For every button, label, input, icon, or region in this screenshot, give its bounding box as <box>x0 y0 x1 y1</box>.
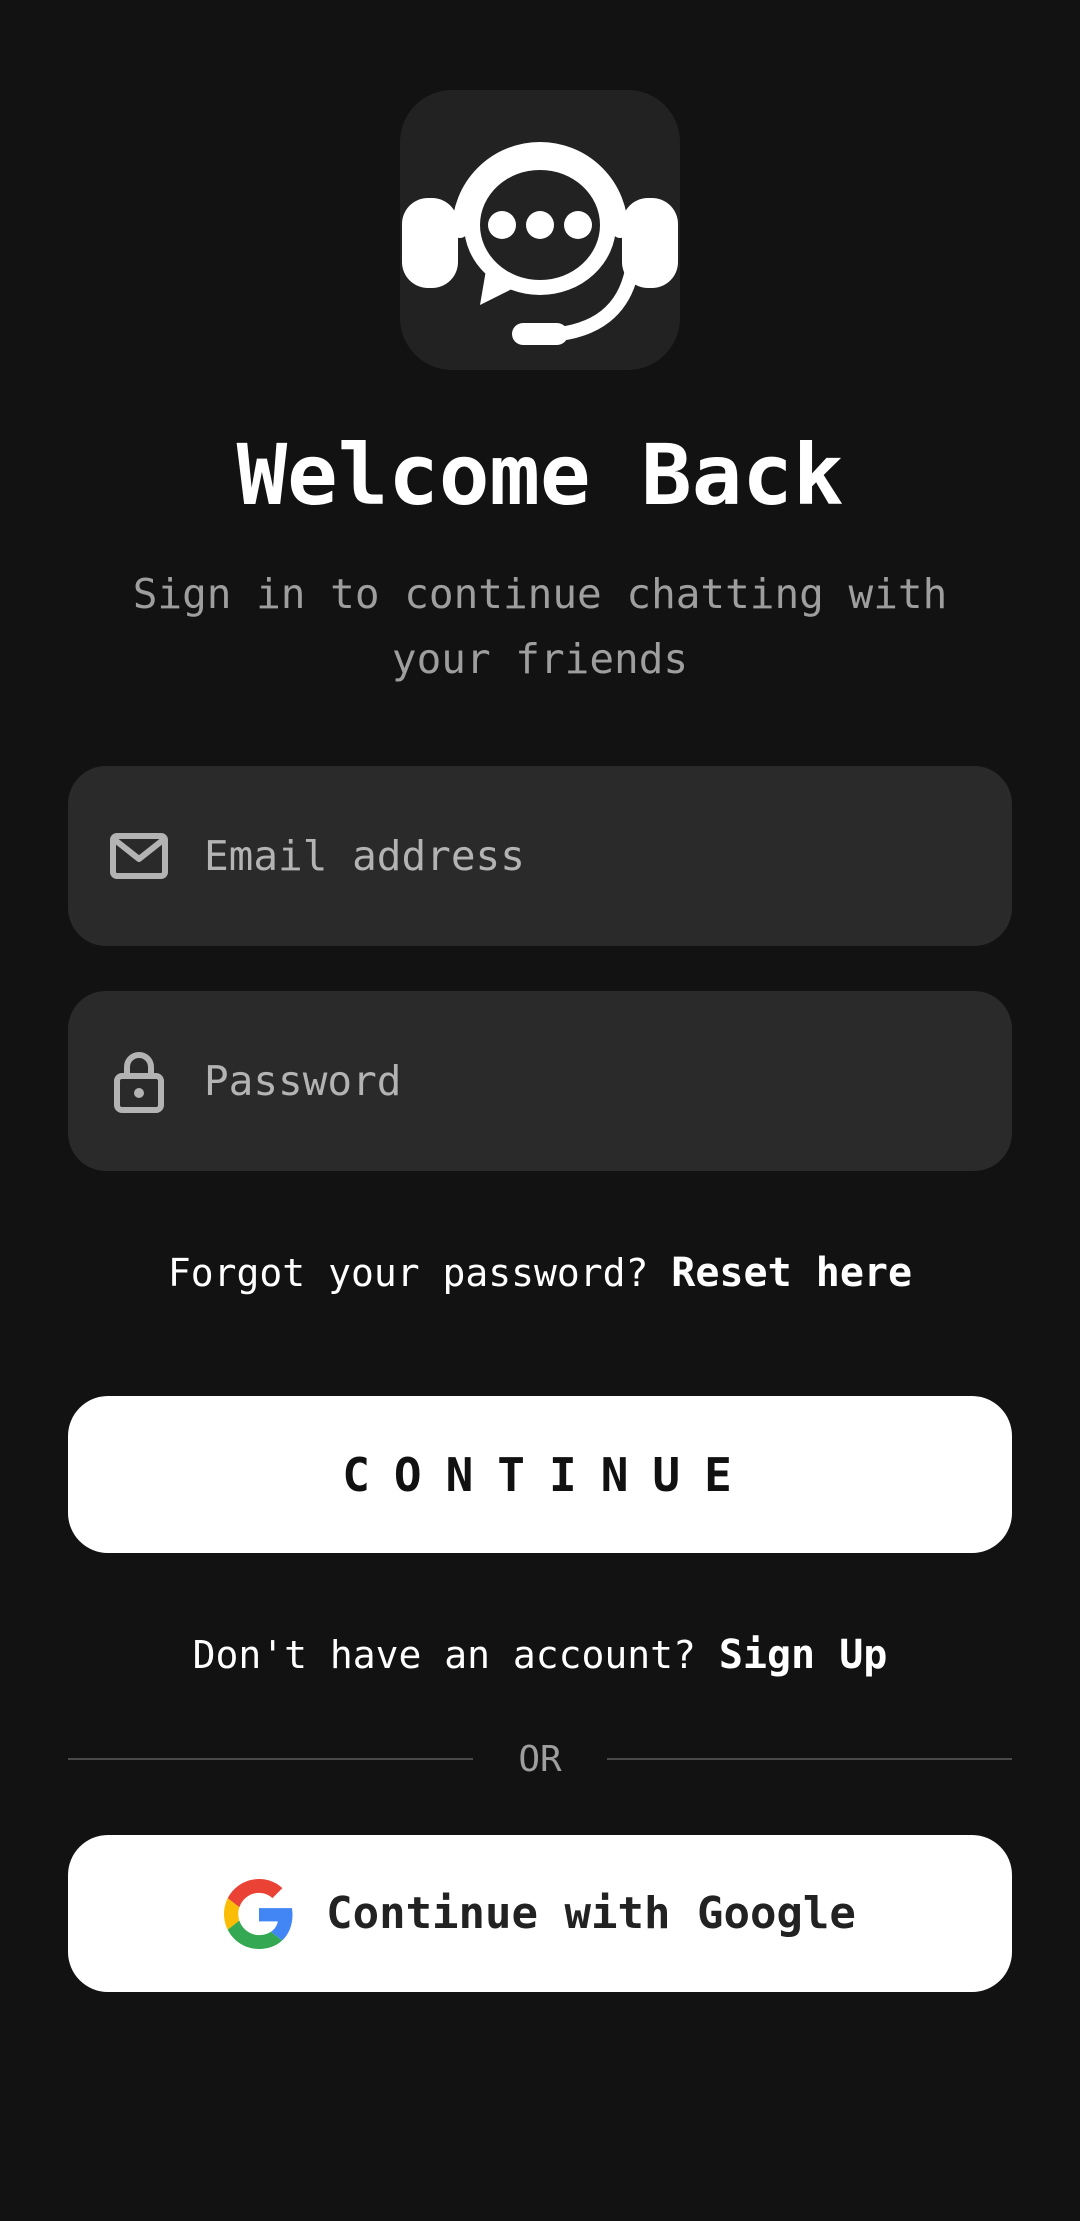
headset-chat-icon <box>402 142 678 345</box>
forgot-password-row: Forgot your password? Reset here <box>0 1250 1080 1296</box>
signup-row: Don't have an account? Sign Up <box>0 1632 1080 1678</box>
continue-button[interactable]: CONTINUE <box>68 1396 1012 1553</box>
password-input[interactable] <box>202 1056 966 1106</box>
email-field[interactable] <box>68 766 1012 946</box>
divider-label: OR <box>518 1738 562 1780</box>
or-divider: OR <box>68 1736 1012 1782</box>
google-sign-in-button[interactable]: Continue with Google <box>68 1835 1012 1992</box>
app-logo <box>400 90 680 370</box>
google-icon <box>224 1878 293 1949</box>
lock-icon <box>104 1049 174 1113</box>
google-button-label: Continue with Google <box>326 1888 856 1939</box>
forgot-password-text: Forgot your password? <box>167 1251 672 1295</box>
email-input[interactable] <box>202 831 966 881</box>
reset-password-link[interactable]: Reset here <box>671 1250 912 1296</box>
page-title: Welcome Back <box>236 426 844 524</box>
signup-text: Don't have an account? <box>192 1633 719 1677</box>
password-field[interactable] <box>68 991 1012 1171</box>
divider-line-right <box>607 1758 1012 1760</box>
mail-icon <box>104 832 174 880</box>
page-subtitle: Sign in to continue chatting with your f… <box>132 570 948 683</box>
divider-line-left <box>68 1758 473 1760</box>
sign-up-link[interactable]: Sign Up <box>719 1632 888 1678</box>
